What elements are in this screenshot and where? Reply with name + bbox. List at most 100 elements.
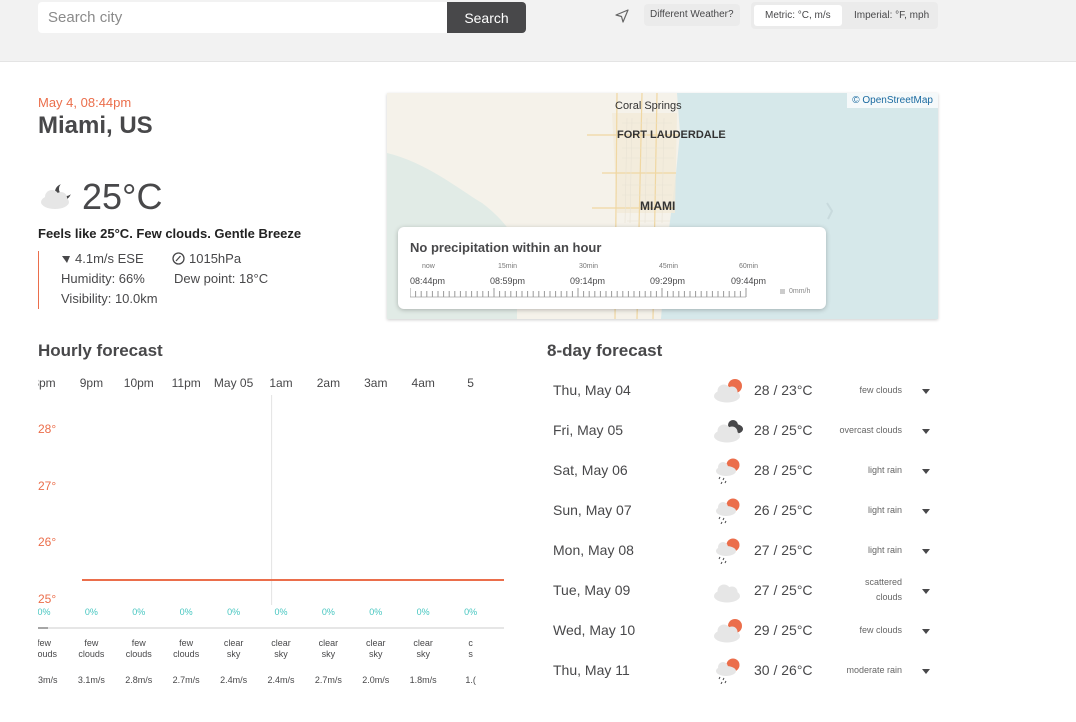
humidity-value: Humidity: 66%: [61, 271, 145, 286]
daily-row[interactable]: Wed, May 10 29 / 25°C few clouds: [547, 611, 939, 651]
daily-temp-range: 29 / 25°C: [754, 622, 813, 638]
overcast-clouds-icon: [714, 420, 743, 443]
hourly-description-line: clouds: [38, 649, 57, 659]
daily-temp-range: 28 / 25°C: [754, 462, 813, 478]
daily-row[interactable]: Tue, May 09 27 / 25°C scattered clouds: [547, 571, 939, 611]
precip-offset: 15min: [498, 263, 518, 270]
precip-offset: now: [422, 263, 435, 270]
chevron-down-icon[interactable]: [922, 469, 930, 474]
daily-description: moderate rain: [846, 665, 902, 675]
hourly-wind: 2.4m/s: [220, 675, 248, 685]
hourly-description: fewclouds: [166, 638, 206, 660]
different-weather-button[interactable]: Different Weather?: [644, 4, 740, 26]
daily-row[interactable]: Fri, May 05 28 / 25°C overcast clouds: [547, 411, 939, 451]
daily-row[interactable]: Thu, May 11 30 / 26°C moderate rain: [547, 651, 939, 691]
daily-forecast-title: 8-day forecast: [547, 341, 663, 360]
chevron-down-icon[interactable]: [922, 549, 930, 554]
daily-temp-range: 26 / 25°C: [754, 502, 813, 518]
few-clouds-icon: [714, 619, 742, 643]
hourly-wind: 2.8m/s: [125, 675, 153, 685]
hourly-wind: 3.3m/s: [38, 675, 58, 685]
hourly-wind: 2.4m/s: [267, 675, 295, 685]
hourly-description-line: sky: [226, 649, 241, 659]
daily-date: Tue, May 09: [553, 582, 631, 598]
precip-offset: 30min: [579, 263, 599, 270]
hourly-forecast-title: Hourly forecast: [38, 341, 163, 360]
scattered-clouds-icon: [714, 584, 740, 603]
hourly-description-line: clear: [413, 638, 433, 648]
search-button[interactable]: Search: [447, 2, 526, 33]
hour-label: 2am: [316, 376, 341, 390]
hourly-wind: 2.7m/s: [314, 675, 342, 685]
hourly-description-line: sky: [321, 649, 336, 659]
hour-label: 4am: [411, 376, 435, 390]
hour-label: May 05: [213, 376, 254, 390]
daily-date: Fri, May 05: [553, 422, 624, 438]
daily-date: Sun, May 07: [553, 502, 632, 518]
precipitation-panel: No precipitation within an hour now 15mi…: [398, 227, 826, 309]
hourly-chart: [38, 395, 504, 629]
wind-value: 4.1m/s ESE: [75, 251, 144, 266]
daily-description: scattered clouds: [864, 577, 902, 602]
rain-icon: [716, 658, 740, 684]
chevron-down-icon[interactable]: [922, 509, 930, 514]
precip-tick-axis: [410, 288, 747, 298]
hourly-wind: 2.7m/s: [172, 675, 200, 685]
daily-row[interactable]: Sun, May 07 26 / 25°C light rain: [547, 491, 939, 531]
daily-temp-range: 27 / 25°C: [754, 542, 813, 558]
location-arrow-icon[interactable]: [613, 7, 631, 25]
chevron-down-icon[interactable]: [922, 669, 930, 674]
hourly-description: clear sky: [261, 638, 301, 660]
wind-direction-icon: [62, 256, 70, 263]
hourly-description-line: clear: [366, 638, 386, 648]
daily-description: few clouds: [859, 625, 902, 635]
metric-unit-button[interactable]: Metric: °C, m/s: [754, 5, 842, 26]
hour-label: 9pm: [79, 376, 104, 390]
hourly-description-line: clouds: [78, 649, 105, 659]
precipitation-title: No precipitation within an hour: [410, 240, 602, 255]
daily-description: light rain: [867, 465, 902, 475]
current-datetime: May 4, 08:44pm: [38, 95, 132, 110]
chevron-down-icon[interactable]: [922, 429, 930, 434]
daily-row[interactable]: Thu, May 04 28 / 23°C few clouds: [547, 371, 939, 411]
hourly-description-line: clouds: [173, 649, 200, 659]
osm-attribution[interactable]: © OpenStreetMap: [847, 93, 938, 108]
daily-date: Sat, May 06: [553, 462, 628, 478]
daily-temp-range: 28 / 25°C: [754, 422, 813, 438]
hourly-description: clear sky: [356, 638, 396, 660]
map-label-coral-springs: Coral Springs: [615, 100, 682, 112]
hourly-description-line: sky: [274, 649, 288, 659]
current-temperature: 25°C: [82, 176, 163, 217]
daily-row[interactable]: Sat, May 06 28 / 25°C light rain: [547, 451, 939, 491]
daily-description: light rain: [867, 545, 902, 555]
rain-icon: [716, 538, 740, 564]
hourly-description-line: few: [38, 638, 51, 648]
daily-date: Thu, May 04: [553, 382, 631, 398]
hour-label: 8pm: [38, 376, 56, 390]
dew-point-value: Dew point: 18°C: [174, 271, 269, 286]
daily-row[interactable]: Mon, May 08 27 / 25°C light rain: [547, 531, 939, 571]
hourly-wind: 1.(: [465, 675, 476, 685]
rain-icon: [716, 498, 740, 524]
daily-temp-range: 27 / 25°C: [754, 582, 813, 598]
daily-date: Wed, May 10: [553, 622, 636, 638]
hourly-description: clear sky: [214, 638, 254, 660]
daily-description: few clouds: [859, 385, 902, 395]
hourly-description: clear sky: [403, 638, 443, 660]
hourly-description-line: sky: [369, 649, 383, 659]
daily-date: Mon, May 08: [553, 542, 634, 558]
chevron-down-icon[interactable]: [922, 589, 930, 594]
daily-date: Thu, May 11: [553, 662, 630, 678]
map-label-fort-lauderdale: FORT LAUDERDALE: [617, 129, 726, 141]
pressure-value: 1015hPa: [189, 251, 242, 266]
chevron-down-icon[interactable]: [922, 389, 930, 394]
search-input[interactable]: [38, 2, 447, 33]
precip-time: 09:44pm: [731, 276, 767, 286]
daily-temp-range: 28 / 23°C: [754, 382, 813, 398]
hourly-description-line: s: [468, 649, 473, 659]
hour-label: 3am: [364, 376, 388, 390]
chevron-down-icon[interactable]: [922, 629, 930, 634]
rain-icon: [716, 458, 740, 484]
imperial-unit-button[interactable]: Imperial: °F, mph: [851, 5, 932, 26]
precip-time: 09:14pm: [570, 276, 606, 286]
